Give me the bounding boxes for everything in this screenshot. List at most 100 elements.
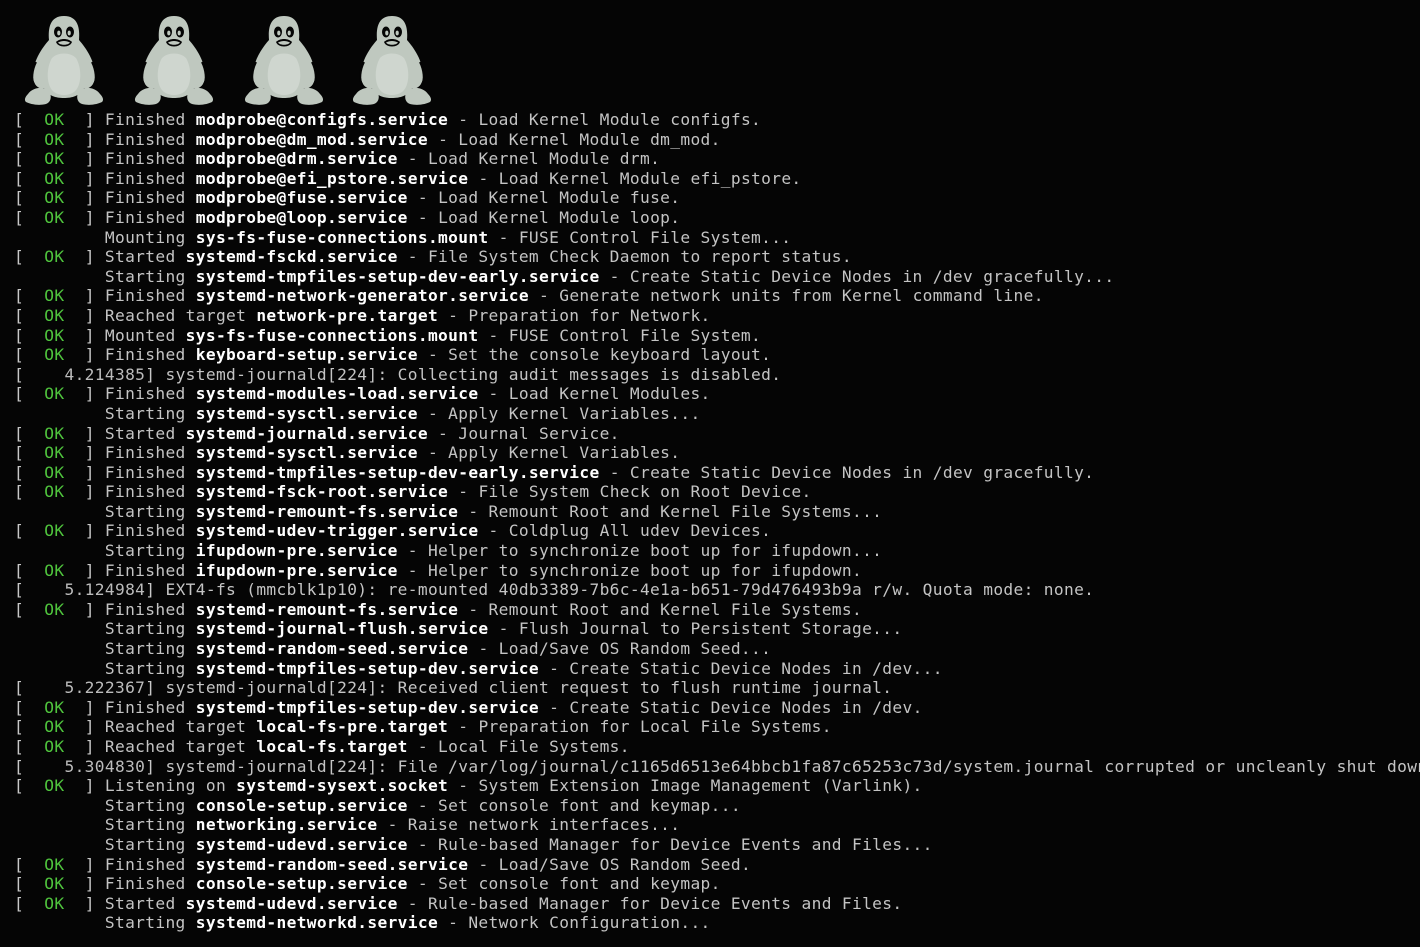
bracket-close: ] (64, 129, 105, 149)
status-blank (14, 502, 105, 521)
bracket-close: ] (64, 521, 105, 541)
unit-description: - Set console font and keymap... (407, 795, 741, 815)
log-line: [ OK ] Finished systemd-tmpfiles-setup-d… (14, 463, 1420, 483)
unit-name: systemd-udevd.service (185, 893, 398, 913)
tux-penguin-icon (350, 12, 434, 106)
unit-description: - Load Kernel Module dm_mod. (427, 129, 721, 149)
log-verb: Mounted (104, 325, 186, 345)
unit-description: - Rule-based Manager for Device Events a… (397, 893, 903, 913)
unit-name: systemd-sysctl.service (195, 443, 418, 463)
status-ok: OK (44, 423, 65, 443)
log-line: Starting systemd-tmpfiles-setup-dev.serv… (14, 659, 1420, 679)
log-line: [ OK ] Finished systemd-udev-trigger.ser… (14, 521, 1420, 541)
unit-description: - Remount Root and Kernel File Systems..… (458, 501, 883, 521)
log-line: Starting networking.service - Raise netw… (14, 815, 1420, 835)
log-verb: Finished (104, 482, 196, 502)
kernel-timestamp: 5.222367 (24, 678, 146, 698)
log-verb: Reached target (104, 717, 257, 737)
unit-description: - Load Kernel Module loop. (407, 207, 681, 227)
unit-name: local-fs.target (256, 737, 408, 756)
unit-description: - Load Kernel Module drm. (397, 149, 661, 169)
log-verb: Starting (104, 913, 196, 933)
unit-description: - Create Static Device Nodes in /dev gra… (599, 462, 1095, 482)
log-verb: Starting (104, 815, 196, 835)
kernel-timestamp: 5.124984 (24, 580, 146, 600)
unit-name: console-setup.service (195, 874, 408, 894)
bracket-close: ] (145, 756, 166, 776)
bracket-open: [ (14, 599, 45, 619)
log-verb: Starting (104, 639, 196, 659)
bracket-open: [ (14, 756, 25, 776)
unit-description: - System Extension Image Management (Var… (448, 776, 923, 796)
boot-log: [ OK ] Finished modprobe@configfs.servic… (14, 110, 1420, 933)
log-verb: Mounting (104, 227, 196, 247)
unit-description: - Set console font and keymap. (407, 874, 721, 894)
status-blank (14, 541, 105, 560)
unit-description: - Generate network units from Kernel com… (528, 286, 1044, 306)
unit-description: - Load Kernel Module efi_pstore. (468, 168, 802, 188)
unit-name: systemd-remount-fs.service (195, 599, 459, 619)
bracket-close: ] (64, 874, 105, 894)
bracket-open: [ (14, 286, 45, 306)
log-line: [ OK ] Finished modprobe@efi_pstore.serv… (14, 169, 1420, 189)
log-verb: Finished (104, 149, 196, 169)
log-verb: Finished (104, 697, 196, 717)
unit-description: - Create Static Device Nodes in /dev... (539, 658, 943, 678)
bracket-open: [ (14, 521, 45, 541)
unit-description: - Remount Root and Kernel File Systems. (458, 599, 863, 619)
log-line: [ 5.124984] EXT4-fs (mmcblk1p10): re-mou… (14, 580, 1420, 600)
log-verb: Starting (104, 541, 196, 561)
log-line: Starting systemd-journal-flush.service -… (14, 619, 1420, 639)
log-line: [ OK ] Finished systemd-sysctl.service -… (14, 443, 1420, 463)
log-verb: Starting (104, 834, 196, 854)
bracket-close: ] (64, 443, 105, 463)
log-line: [ OK ] Reached target network-pre.target… (14, 306, 1420, 326)
status-ok: OK (44, 325, 65, 345)
status-ok: OK (44, 599, 65, 619)
status-blank (14, 796, 105, 815)
kernel-message: systemd-journald[224]: Received client r… (165, 678, 893, 698)
unit-description: - Load Kernel Module fuse. (407, 188, 681, 208)
unit-name: console-setup.service (195, 795, 408, 815)
bracket-open: [ (14, 678, 25, 698)
unit-description: - FUSE Control File System. (478, 325, 762, 345)
status-ok: OK (44, 854, 65, 874)
boot-console-screen: [ OK ] Finished modprobe@configfs.servic… (0, 0, 1420, 947)
status-blank (14, 835, 105, 854)
unit-name: network-pre.target (256, 305, 439, 325)
status-ok: OK (44, 776, 65, 796)
unit-description: - Load/Save OS Random Seed... (468, 639, 772, 659)
bracket-open: [ (14, 737, 45, 756)
log-line: Starting systemd-networkd.service - Netw… (14, 913, 1420, 933)
bracket-close: ] (64, 737, 105, 756)
bracket-close: ] (64, 717, 105, 737)
status-blank (14, 659, 105, 678)
log-verb: Started (104, 247, 186, 267)
bracket-close: ] (64, 305, 105, 325)
unit-name: sys-fs-fuse-connections.mount (195, 227, 489, 247)
log-line: Starting systemd-udevd.service - Rule-ba… (14, 835, 1420, 855)
bracket-open: [ (14, 482, 45, 502)
status-ok: OK (44, 893, 65, 913)
bracket-open: [ (14, 717, 45, 737)
log-line: [ OK ] Started systemd-udevd.service - R… (14, 894, 1420, 914)
unit-name: modprobe@fuse.service (195, 188, 408, 208)
bracket-close: ] (145, 364, 166, 384)
unit-description: - Create Static Device Nodes in /dev gra… (599, 266, 1115, 286)
bracket-open: [ (14, 874, 45, 894)
unit-name: systemd-modules-load.service (195, 384, 479, 404)
bracket-open: [ (14, 462, 45, 482)
status-blank (14, 815, 105, 834)
bracket-close: ] (145, 580, 166, 600)
tux-penguin-icon (242, 12, 326, 106)
log-line: Starting systemd-random-seed.service - L… (14, 639, 1420, 659)
unit-description: - Flush Journal to Persistent Storage... (488, 619, 903, 639)
bracket-open: [ (14, 697, 45, 717)
unit-name: ifupdown-pre.service (195, 541, 398, 561)
log-line: [ OK ] Finished systemd-tmpfiles-setup-d… (14, 698, 1420, 718)
bracket-open: [ (14, 345, 45, 365)
status-ok: OK (44, 207, 65, 227)
status-ok: OK (44, 521, 65, 541)
log-verb: Finished (104, 521, 196, 541)
log-line: [ 5.304830] systemd-journald[224]: File … (14, 757, 1420, 777)
